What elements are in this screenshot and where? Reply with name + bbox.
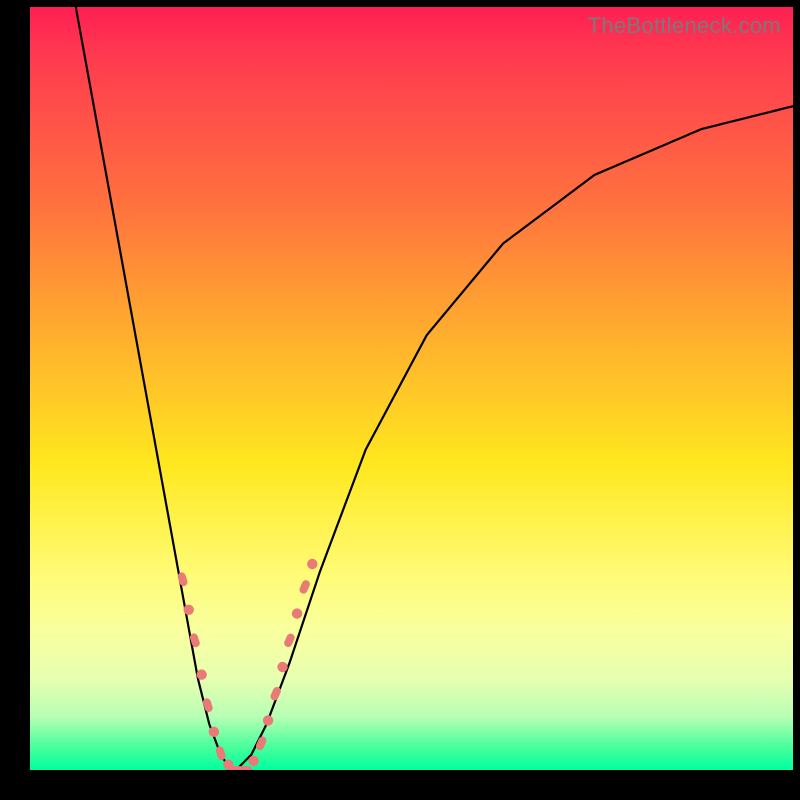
curve-left-branch	[76, 7, 236, 770]
marker-points-group	[177, 559, 318, 770]
data-marker	[238, 766, 252, 770]
curve-right-branch	[236, 106, 793, 770]
data-marker	[196, 669, 206, 679]
data-marker	[307, 559, 317, 569]
data-marker	[263, 715, 273, 725]
data-marker	[215, 745, 227, 761]
data-marker	[248, 756, 258, 766]
data-marker	[184, 605, 194, 615]
curves-group	[76, 7, 793, 770]
chart-svg	[30, 7, 793, 770]
watermark-text: TheBottleneck.com	[588, 13, 781, 39]
data-marker	[283, 632, 296, 648]
plot-area: TheBottleneck.com	[30, 7, 793, 770]
data-marker	[209, 727, 219, 737]
data-marker	[298, 579, 311, 595]
data-marker	[277, 662, 287, 672]
data-marker	[292, 608, 302, 618]
chart-frame: TheBottleneck.com	[0, 0, 800, 800]
